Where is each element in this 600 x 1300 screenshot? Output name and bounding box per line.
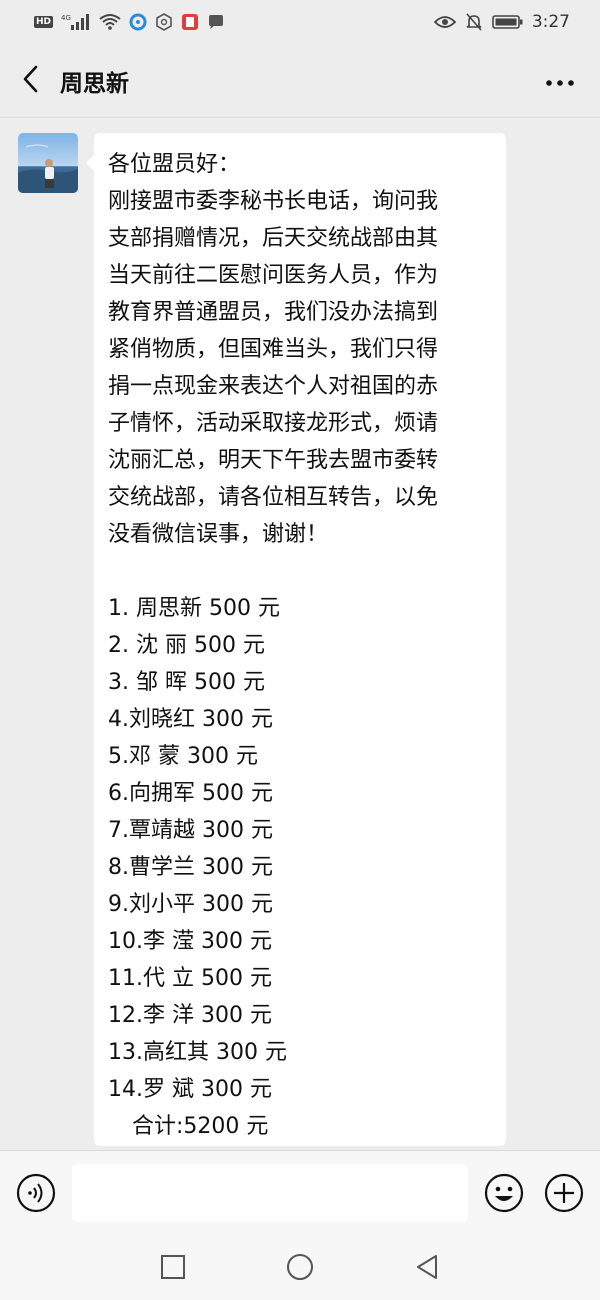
mute-bell-icon [464, 12, 484, 32]
nav-recents-icon [158, 1255, 188, 1286]
message-text-line: 紧俏物质，但国难当头，我们只得 [108, 337, 439, 362]
donation-list-item: 10.李 滢 300 元 [108, 929, 272, 954]
plus-button[interactable] [544, 1173, 584, 1213]
chevron-left-icon [21, 65, 39, 97]
voice-button[interactable] [16, 1173, 56, 1213]
donation-list-item: 9.刘小平 300 元 [108, 892, 273, 917]
donation-list-item: 12.李 洋 300 元 [108, 1003, 272, 1028]
donation-list-item: 3. 邹 晖 500 元 [108, 670, 265, 695]
wifi-icon [99, 13, 121, 31]
donation-list-item: 13.高红其 300 元 [108, 1040, 287, 1065]
battery-icon [492, 14, 524, 30]
app-notification-icon [129, 13, 147, 31]
message-text-line: 支部捐赠情况，后天交统战部由其 [108, 226, 439, 251]
red-app-icon [181, 13, 199, 31]
plus-icon [544, 1173, 584, 1217]
donation-list-item: 8.曹学兰 300 元 [108, 855, 273, 880]
status-left: HD 4G [34, 13, 225, 31]
message-text-line: 交统战部，请各位相互转告，以免 [108, 485, 439, 510]
svg-text:4G: 4G [61, 14, 71, 22]
message-text-line: 各位盟员好： [108, 152, 241, 177]
status-time: 3:27 [531, 12, 570, 32]
nav-recents-button[interactable] [158, 1252, 188, 1282]
more-button[interactable] [542, 66, 578, 96]
hexagon-app-icon [155, 13, 173, 31]
donation-list-item: 5.邓 蒙 300 元 [108, 744, 258, 769]
chat-screen: HD 4G 3:27 周思新 各位盟员好： 刚接盟市委李秘书长电话，询问我 支部… [0, 0, 600, 1300]
donation-list-item: 14.罗 斌 300 元 [108, 1077, 272, 1102]
total-line: 合计:5200 元 [132, 1114, 269, 1139]
voice-icon [16, 1173, 56, 1217]
nav-home-button[interactable] [285, 1252, 315, 1282]
cellular-signal-icon: 4G [61, 13, 91, 31]
donation-list-item: 1. 周思新 500 元 [108, 596, 280, 621]
status-bar: HD 4G 3:27 [0, 0, 600, 44]
donation-list-item: 4.刘晓红 300 元 [108, 707, 273, 732]
message-text-line: 没看微信误事，谢谢！ [108, 522, 329, 547]
donation-list-item: 7.覃靖越 300 元 [108, 818, 273, 843]
message-bubble[interactable]: 各位盟员好： 刚接盟市委李秘书长电话，询问我 支部捐赠情况，后天交统战部由其 当天前往… [86, 133, 506, 1146]
status-right: 3:27 [433, 12, 570, 32]
system-nav-bar [0, 1234, 600, 1300]
back-button[interactable] [0, 44, 60, 118]
nav-back-button[interactable] [412, 1252, 442, 1282]
nav-back-icon [412, 1255, 442, 1286]
hd-badge: HD [34, 16, 54, 28]
message-input[interactable] [72, 1164, 468, 1222]
message-list[interactable]: 各位盟员好： 刚接盟市委李秘书长电话，询问我 支部捐赠情况，后天交统战部由其 当天前往… [0, 118, 600, 1150]
more-dots-icon [545, 72, 575, 91]
emoji-icon [484, 1173, 524, 1217]
message-bubble-icon [207, 13, 225, 31]
chat-header: 周思新 [0, 44, 600, 118]
donation-list-item: 2. 沈 丽 500 元 [108, 633, 265, 658]
message-text-line: 沈丽汇总，明天下午我去盟市委转 [108, 448, 439, 473]
message-text-line: 教育界普通盟员，我们没办法搞到 [108, 300, 439, 325]
nav-home-icon [285, 1254, 315, 1286]
message-text-line: 刚接盟市委李秘书长电话，询问我 [108, 189, 439, 214]
message-text-line: 当天前往二医慰问医务人员，作为 [108, 263, 439, 288]
donation-list-item: 11.代 立 500 元 [108, 966, 272, 991]
avatar[interactable] [18, 133, 78, 193]
input-bar [0, 1150, 600, 1234]
message-text-line: 捐一点现金来表达个人对祖国的赤 [108, 374, 439, 399]
message-text-line: 子情怀，活动采取接龙形式，烦请 [108, 411, 439, 436]
donation-list-item: 6.向拥军 500 元 [108, 781, 273, 806]
chat-title: 周思新 [60, 70, 129, 97]
eye-icon [433, 14, 456, 30]
emoji-button[interactable] [484, 1173, 524, 1213]
